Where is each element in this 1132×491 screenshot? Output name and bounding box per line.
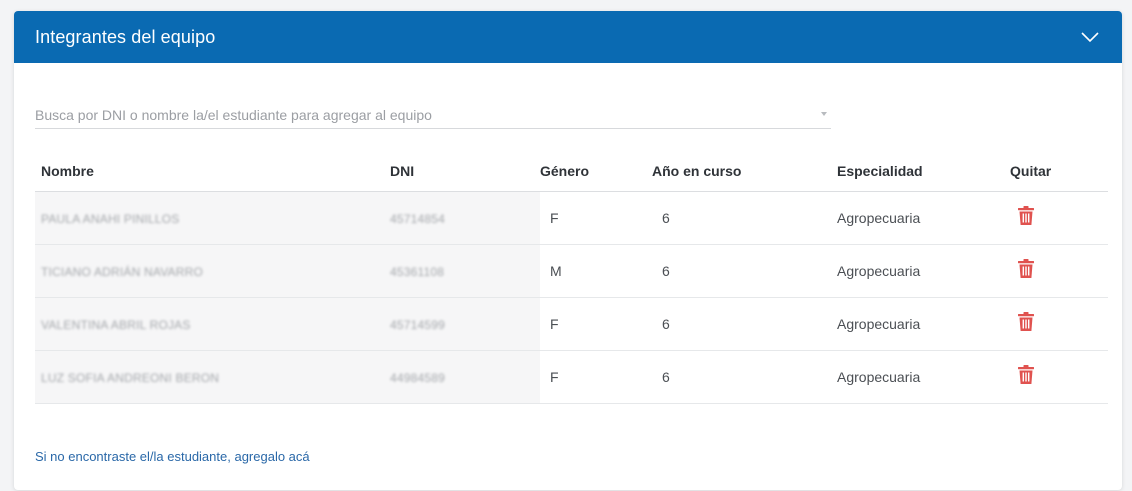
student-gender: F: [550, 209, 559, 226]
cell-quitar: [1010, 244, 1108, 298]
cell-especialidad: Agropecuaria: [837, 350, 1010, 404]
cell-quitar: [1010, 350, 1108, 404]
column-header-genero: Género: [540, 151, 652, 192]
student-search-select[interactable]: [35, 102, 831, 129]
add-student-link[interactable]: Si no encontraste el/la estudiante, agre…: [35, 449, 310, 464]
cell-genero: F: [540, 191, 652, 245]
trash-icon[interactable]: [1017, 365, 1035, 385]
cell-nombre: VALENTINA ABRIL ROJAS: [35, 297, 390, 351]
cell-dni: 44984589: [390, 350, 540, 404]
card-header[interactable]: Integrantes del equipo: [14, 11, 1122, 63]
student-dni: 45714854: [390, 211, 445, 226]
trash-icon[interactable]: [1017, 206, 1035, 226]
student-name: VALENTINA ABRIL ROJAS: [41, 317, 191, 332]
members-table: Nombre DNI Género Año en curso Especiali…: [35, 151, 1108, 404]
table-row: LUZ SOFIA ANDREONI BERON 44984589 F 6 Ag…: [35, 350, 1108, 404]
trash-icon[interactable]: [1017, 312, 1035, 332]
cell-ano: 6: [652, 244, 837, 298]
student-gender: F: [550, 368, 559, 385]
cell-dni: 45714599: [390, 297, 540, 351]
cell-especialidad: Agropecuaria: [837, 297, 1010, 351]
table-row: PAULA ANAHI PINILLOS 45714854 F 6 Agrope…: [35, 191, 1108, 245]
column-header-especialidad: Especialidad: [837, 151, 1010, 192]
cell-ano: 6: [652, 350, 837, 404]
cell-especialidad: Agropecuaria: [837, 244, 1010, 298]
cell-genero: F: [540, 350, 652, 404]
cell-ano: 6: [652, 297, 837, 351]
team-members-card: Integrantes del equipo Nombre DNI Género…: [14, 11, 1122, 490]
student-year: 6: [662, 315, 670, 332]
table-row: VALENTINA ABRIL ROJAS 45714599 F 6 Agrop…: [35, 297, 1108, 351]
cell-ano: 6: [652, 191, 837, 245]
cell-especialidad: Agropecuaria: [837, 191, 1010, 245]
student-dni: 45361108: [390, 264, 445, 279]
student-dni: 44984589: [390, 370, 445, 385]
cell-nombre: LUZ SOFIA ANDREONI BERON: [35, 350, 390, 404]
cell-quitar: [1010, 191, 1108, 245]
column-header-quitar: Quitar: [1010, 151, 1108, 192]
cell-nombre: PAULA ANAHI PINILLOS: [35, 191, 390, 245]
card-title: Integrantes del equipo: [35, 26, 216, 47]
student-name: LUZ SOFIA ANDREONI BERON: [41, 370, 220, 385]
table-header-row: Nombre DNI Género Año en curso Especiali…: [35, 151, 1108, 192]
cell-genero: M: [540, 244, 652, 298]
cell-dni: 45714854: [390, 191, 540, 245]
cell-quitar: [1010, 297, 1108, 351]
student-year: 6: [662, 262, 670, 279]
student-search-input[interactable]: [35, 102, 831, 128]
cell-nombre: TICIANO ADRIÁN NAVARRO: [35, 244, 390, 298]
column-header-ano-en-curso: Año en curso: [652, 151, 837, 192]
column-header-nombre: Nombre: [35, 151, 390, 192]
column-header-dni: DNI: [390, 151, 540, 192]
student-year: 6: [662, 209, 670, 226]
student-name: TICIANO ADRIÁN NAVARRO: [41, 264, 203, 279]
table-row: TICIANO ADRIÁN NAVARRO 45361108 M 6 Agro…: [35, 244, 1108, 298]
student-dni: 45714599: [390, 317, 445, 332]
chevron-down-icon[interactable]: [1078, 25, 1102, 49]
cell-genero: F: [540, 297, 652, 351]
student-gender: F: [550, 315, 559, 332]
dropdown-caret-icon[interactable]: [821, 112, 827, 116]
student-year: 6: [662, 368, 670, 385]
student-gender: M: [550, 262, 562, 279]
student-name: PAULA ANAHI PINILLOS: [41, 211, 180, 226]
cell-dni: 45361108: [390, 244, 540, 298]
trash-icon[interactable]: [1017, 259, 1035, 279]
